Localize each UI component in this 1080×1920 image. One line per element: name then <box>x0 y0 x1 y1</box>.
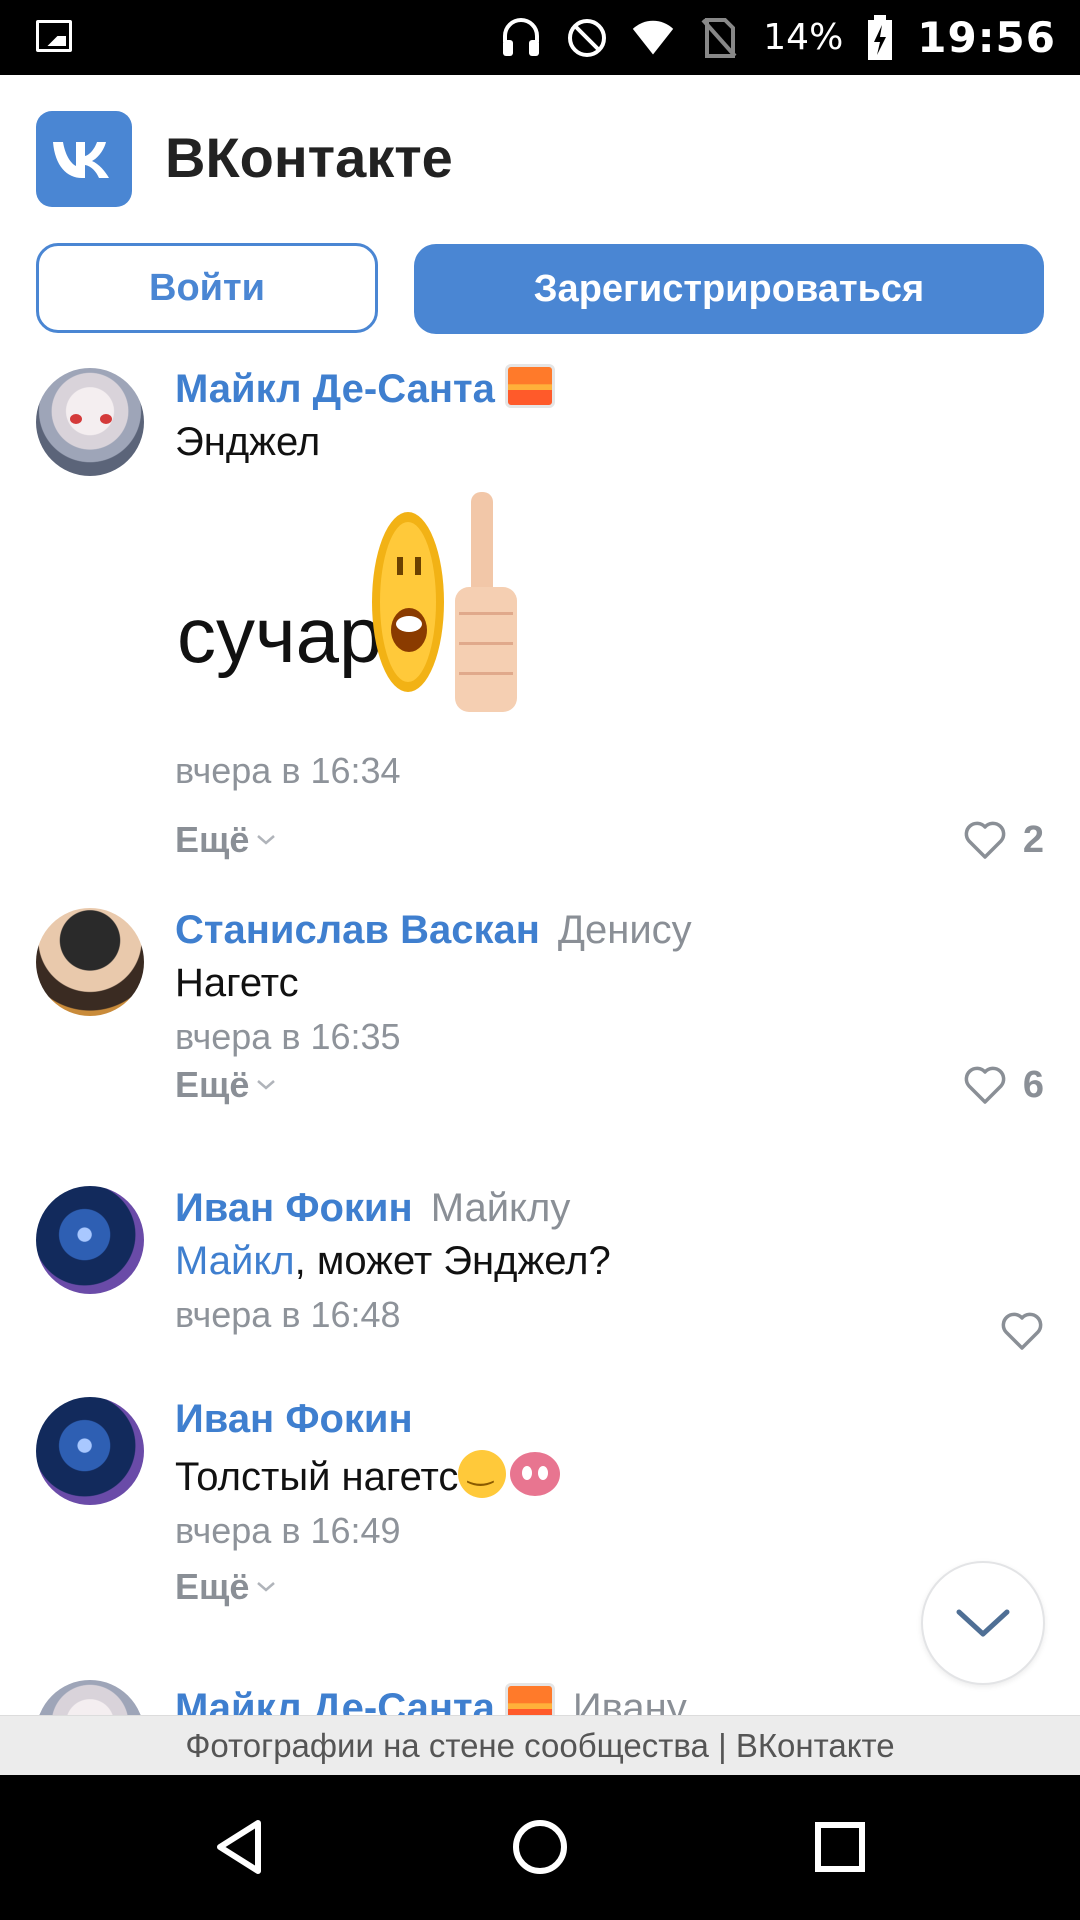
comment-text: Нагетс <box>175 961 299 1005</box>
headset-icon <box>499 16 543 60</box>
back-icon <box>217 1820 261 1874</box>
chevron-down-icon <box>956 1609 1010 1637</box>
more-label: Ещё <box>175 819 250 860</box>
gallery-icon <box>36 20 72 52</box>
comment-time: вчера в 16:48 <box>175 1294 401 1335</box>
comment-author[interactable]: Майкл Де-Санта <box>175 367 495 411</box>
chevron-down-icon <box>257 1080 276 1090</box>
navigation-bar <box>0 1775 1080 1920</box>
reply-to[interactable]: Денису <box>558 908 692 952</box>
comments-list: Майкл Де-Санта Энджел сучара вчера в 16:… <box>0 350 1080 1715</box>
back-button[interactable] <box>198 1805 282 1889</box>
status-icons: 14% 19:56 <box>499 0 1056 75</box>
status-bar: 14% 19:56 <box>0 0 1080 75</box>
avatar[interactable] <box>36 908 144 1016</box>
heart-icon <box>964 1066 1006 1104</box>
battery-percent: 14% <box>763 17 844 58</box>
vk-logo-icon <box>53 142 109 178</box>
recents-button[interactable] <box>798 1805 882 1889</box>
app-header: ВКонтакте <box>0 75 1080 225</box>
more-label: Ещё <box>175 1064 250 1105</box>
comment-author[interactable]: Иван Фокин <box>175 1186 413 1230</box>
comment-text: Энджел <box>175 420 321 464</box>
sunset-emoji-icon <box>504 364 555 408</box>
comment-time: вчера в 16:34 <box>175 750 401 791</box>
login-button[interactable]: Войти <box>36 243 378 333</box>
heart-icon <box>964 821 1006 859</box>
comment-text-body: , может Энджел? <box>294 1239 611 1283</box>
comment-time: вчера в 16:49 <box>175 1510 401 1551</box>
more-label: Ещё <box>175 1566 250 1607</box>
heart-icon <box>1001 1312 1043 1350</box>
like-button[interactable]: 2 <box>963 819 1044 862</box>
recents-icon <box>815 1822 865 1872</box>
reply-to[interactable]: Майклу <box>431 1186 571 1230</box>
comment-author[interactable]: Станислав Васкан <box>175 908 540 952</box>
wifi-icon <box>631 16 675 60</box>
comment-author[interactable]: Майкл Де-Санта <box>175 1686 495 1715</box>
like-button[interactable] <box>1000 1311 1044 1351</box>
reply-to[interactable]: Ивану <box>573 1686 687 1715</box>
scroll-down-button[interactable] <box>921 1561 1045 1685</box>
more-button[interactable]: Ещё <box>175 1064 277 1106</box>
battery-charging-icon <box>865 14 895 60</box>
avatar[interactable] <box>36 1186 144 1294</box>
no-sim-icon <box>697 16 741 60</box>
like-button[interactable]: 6 <box>963 1064 1044 1107</box>
comment-author[interactable]: Иван Фокин <box>175 1397 413 1441</box>
more-button[interactable]: Ещё <box>175 1566 277 1608</box>
chevron-down-icon <box>257 1582 276 1592</box>
comment-text: Толстый нагетс <box>175 1450 1044 1500</box>
page-caption: Фотографии на стене сообщества | ВКонтак… <box>0 1715 1080 1775</box>
home-icon <box>513 1820 567 1874</box>
avatar[interactable] <box>36 1397 144 1505</box>
app-title: ВКонтакте <box>165 126 453 189</box>
do-not-disturb-icon <box>565 16 609 60</box>
clock: 19:56 <box>917 13 1056 62</box>
mention-link[interactable]: Майкл <box>175 1239 295 1283</box>
like-count: 2 <box>1022 818 1044 861</box>
avatar[interactable] <box>36 368 144 476</box>
avatar[interactable] <box>36 1680 144 1715</box>
sunset-emoji-icon <box>504 1683 555 1715</box>
more-button[interactable]: Ещё <box>175 819 277 861</box>
sticker-image[interactable]: сучара <box>175 492 535 732</box>
home-button[interactable] <box>498 1805 582 1889</box>
vk-logo <box>36 111 132 207</box>
like-count: 6 <box>1022 1063 1044 1106</box>
smile-emoji-icon <box>458 1450 507 1498</box>
comment-text: Майкл, может Энджел? <box>175 1239 1044 1284</box>
pig-nose-emoji-icon <box>510 1452 561 1496</box>
comment-text-body: Толстый нагетс <box>175 1455 459 1499</box>
comment-time: вчера в 16:35 <box>175 1016 401 1057</box>
chevron-down-icon <box>257 835 276 845</box>
register-button[interactable]: Зарегистрироваться <box>414 244 1044 334</box>
